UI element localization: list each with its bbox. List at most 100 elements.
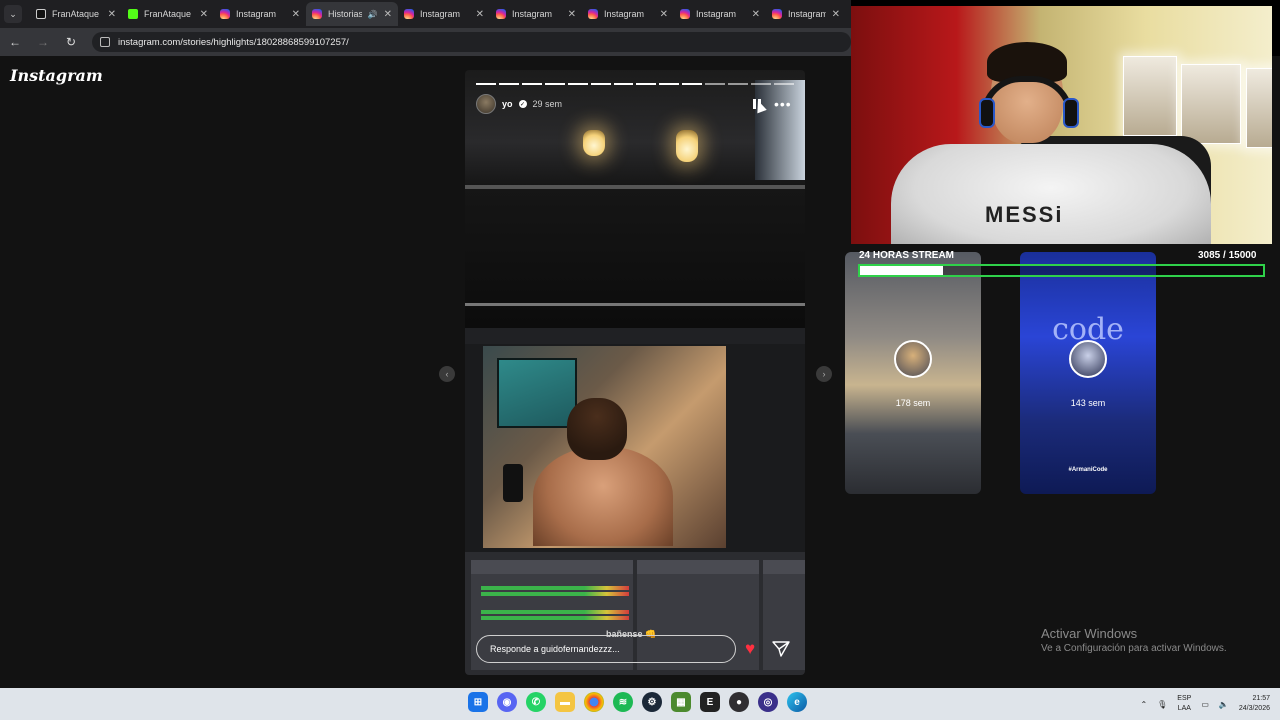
previous-story-icon[interactable]: ‹ xyxy=(439,366,455,382)
streamer-shirt xyxy=(891,144,1211,244)
audio-meter xyxy=(481,610,629,614)
story-progress-segment xyxy=(544,83,565,85)
poster xyxy=(1123,56,1177,136)
file-explorer-icon[interactable]: ▬ xyxy=(555,692,575,712)
close-icon[interactable]: ✕ xyxy=(200,9,208,20)
chrome-icon[interactable] xyxy=(584,692,604,712)
verified-badge-icon: ✓ xyxy=(518,100,527,108)
instagram-icon xyxy=(220,9,230,19)
avatar[interactable] xyxy=(476,94,496,114)
clock[interactable]: 21:57 24/3/2026 xyxy=(1239,694,1270,714)
site-info-icon[interactable] xyxy=(100,37,110,47)
tab-label: FranAtaque xyxy=(52,9,100,19)
close-icon[interactable]: ✕ xyxy=(660,9,668,20)
reload-icon[interactable]: ↻ xyxy=(64,35,78,49)
tab-label: Instagram xyxy=(236,9,277,19)
story-avatar xyxy=(1069,340,1107,378)
reply-placeholder: Responde a guidofernandezzz... xyxy=(490,644,620,654)
stream-goal-label: 24 HORAS STREAM xyxy=(859,250,955,261)
stream-goal-bar xyxy=(858,264,1265,277)
close-icon[interactable]: ✕ xyxy=(476,9,484,20)
system-tray: ⌃ 🎙 ESP LAA ▭ 🔈 21:57 24/3/2026 xyxy=(1140,690,1270,718)
activation-watermark-subtitle: Ve a Configuración para activar Windows. xyxy=(1041,643,1227,654)
edge-icon[interactable]: e xyxy=(787,692,807,712)
next-story-thumbnail[interactable]: code 143 sem #ArmaniCode xyxy=(1020,252,1156,494)
close-icon[interactable]: ✕ xyxy=(832,9,840,20)
chevron-up-icon[interactable]: ⌃ xyxy=(1140,700,1147,709)
tab[interactable]: Instagram ✕ xyxy=(766,2,846,26)
tab[interactable]: FranAtaque ✕ xyxy=(30,2,122,26)
story-gap xyxy=(465,328,805,344)
story-hashtag: #ArmaniCode xyxy=(1068,467,1108,473)
tab[interactable]: Instagram ✕ xyxy=(674,2,766,26)
close-icon[interactable]: ✕ xyxy=(752,9,760,20)
tab[interactable]: Instagram ✕ xyxy=(490,2,582,26)
more-options-icon[interactable]: ••• xyxy=(774,96,792,112)
minecraft-icon[interactable]: ▦ xyxy=(671,692,691,712)
microphone-icon[interactable]: 🎙 xyxy=(1157,700,1167,709)
poster xyxy=(1246,68,1272,148)
send-icon[interactable] xyxy=(772,641,790,657)
story-username[interactable]: yo xyxy=(502,99,513,109)
tab-search-icon[interactable]: ⌄ xyxy=(4,5,22,23)
tab[interactable]: Instagram ✕ xyxy=(398,2,490,26)
kick-icon xyxy=(128,9,138,19)
selfie-image xyxy=(483,346,726,548)
stream-goal-value: 3085 / 15000 xyxy=(1198,250,1257,261)
instagram-icon xyxy=(772,9,782,19)
headset-earcup xyxy=(1063,98,1079,128)
discord-icon[interactable]: ◉ xyxy=(497,692,517,712)
back-icon[interactable]: ← xyxy=(8,35,22,49)
spotify-icon[interactable]: ≋ xyxy=(613,692,633,712)
tab-label: Instagram xyxy=(696,9,737,19)
close-icon[interactable]: ✕ xyxy=(384,9,392,20)
tab[interactable]: FranAtaque ✕ xyxy=(122,2,214,26)
shelf xyxy=(465,185,805,189)
tab-label: FranAtaque xyxy=(144,9,192,19)
window-light xyxy=(755,80,805,180)
tab-label: Instagram xyxy=(512,9,553,19)
story-selfie-screen xyxy=(465,344,805,552)
app-circle-icon[interactable]: ◎ xyxy=(758,692,778,712)
clock-date: 24/3/2026 xyxy=(1238,705,1270,712)
reply-input[interactable]: Responde a guidofernandezzz... xyxy=(476,635,736,663)
whatsapp-icon[interactable]: ✆ xyxy=(526,692,546,712)
speaker-icon[interactable]: 🔊 xyxy=(368,10,378,19)
next-story-icon[interactable]: › xyxy=(816,366,832,382)
story-progress-segment xyxy=(682,83,703,85)
epic-games-icon[interactable]: E xyxy=(700,692,720,712)
shirt-text: MESSi xyxy=(985,202,1064,227)
tab[interactable]: Instagram ✕ xyxy=(214,2,306,26)
like-heart-icon[interactable]: ♥ xyxy=(745,640,755,657)
taskbar-apps: ⊞ ◉ ✆ ▬ ≋ ⚙ ▦ E ● ◎ e xyxy=(468,692,807,712)
story-viewer[interactable] xyxy=(465,70,805,675)
input-language[interactable]: ESP LAA xyxy=(1177,694,1191,714)
tab[interactable]: Instagram ✕ xyxy=(582,2,674,26)
story-progress-segment xyxy=(659,83,680,85)
windows-taskbar: ⊞ ◉ ✆ ▬ ≋ ⚙ ▦ E ● ◎ e ⌃ 🎙 ESP LAA ▭ 🔈 21… xyxy=(0,688,1280,720)
volume-icon[interactable]: 🔈 xyxy=(1219,700,1229,709)
close-icon[interactable]: ✕ xyxy=(108,9,116,20)
shelf xyxy=(465,303,805,306)
lamp xyxy=(676,130,698,162)
network-icon[interactable]: ▭ xyxy=(1201,700,1209,709)
person-head xyxy=(567,398,627,460)
instagram-logo[interactable]: Instagram xyxy=(10,66,103,85)
obs-icon[interactable]: ● xyxy=(729,692,749,712)
instagram-icon xyxy=(312,9,322,19)
monitor xyxy=(497,358,577,428)
url-field[interactable]: instagram.com/stories/highlights/1802886… xyxy=(92,32,851,52)
close-icon[interactable]: ✕ xyxy=(292,9,300,20)
headset-earcup xyxy=(979,98,995,128)
tab-label: Instagram xyxy=(420,9,461,19)
story-progress-segment xyxy=(613,83,634,85)
url-text: instagram.com/stories/highlights/1802886… xyxy=(118,36,349,48)
steam-icon[interactable]: ⚙ xyxy=(642,692,662,712)
audio-meter xyxy=(481,592,629,596)
forward-icon[interactable]: → xyxy=(36,35,50,49)
windows-start-icon[interactable]: ⊞ xyxy=(468,692,488,712)
close-icon[interactable]: ✕ xyxy=(568,9,576,20)
clock-time: 21:57 xyxy=(1252,695,1270,702)
tab-active[interactable]: Historias 🔊 ✕ xyxy=(306,2,398,26)
next-story-thumbnail[interactable]: 178 sem xyxy=(845,252,981,494)
